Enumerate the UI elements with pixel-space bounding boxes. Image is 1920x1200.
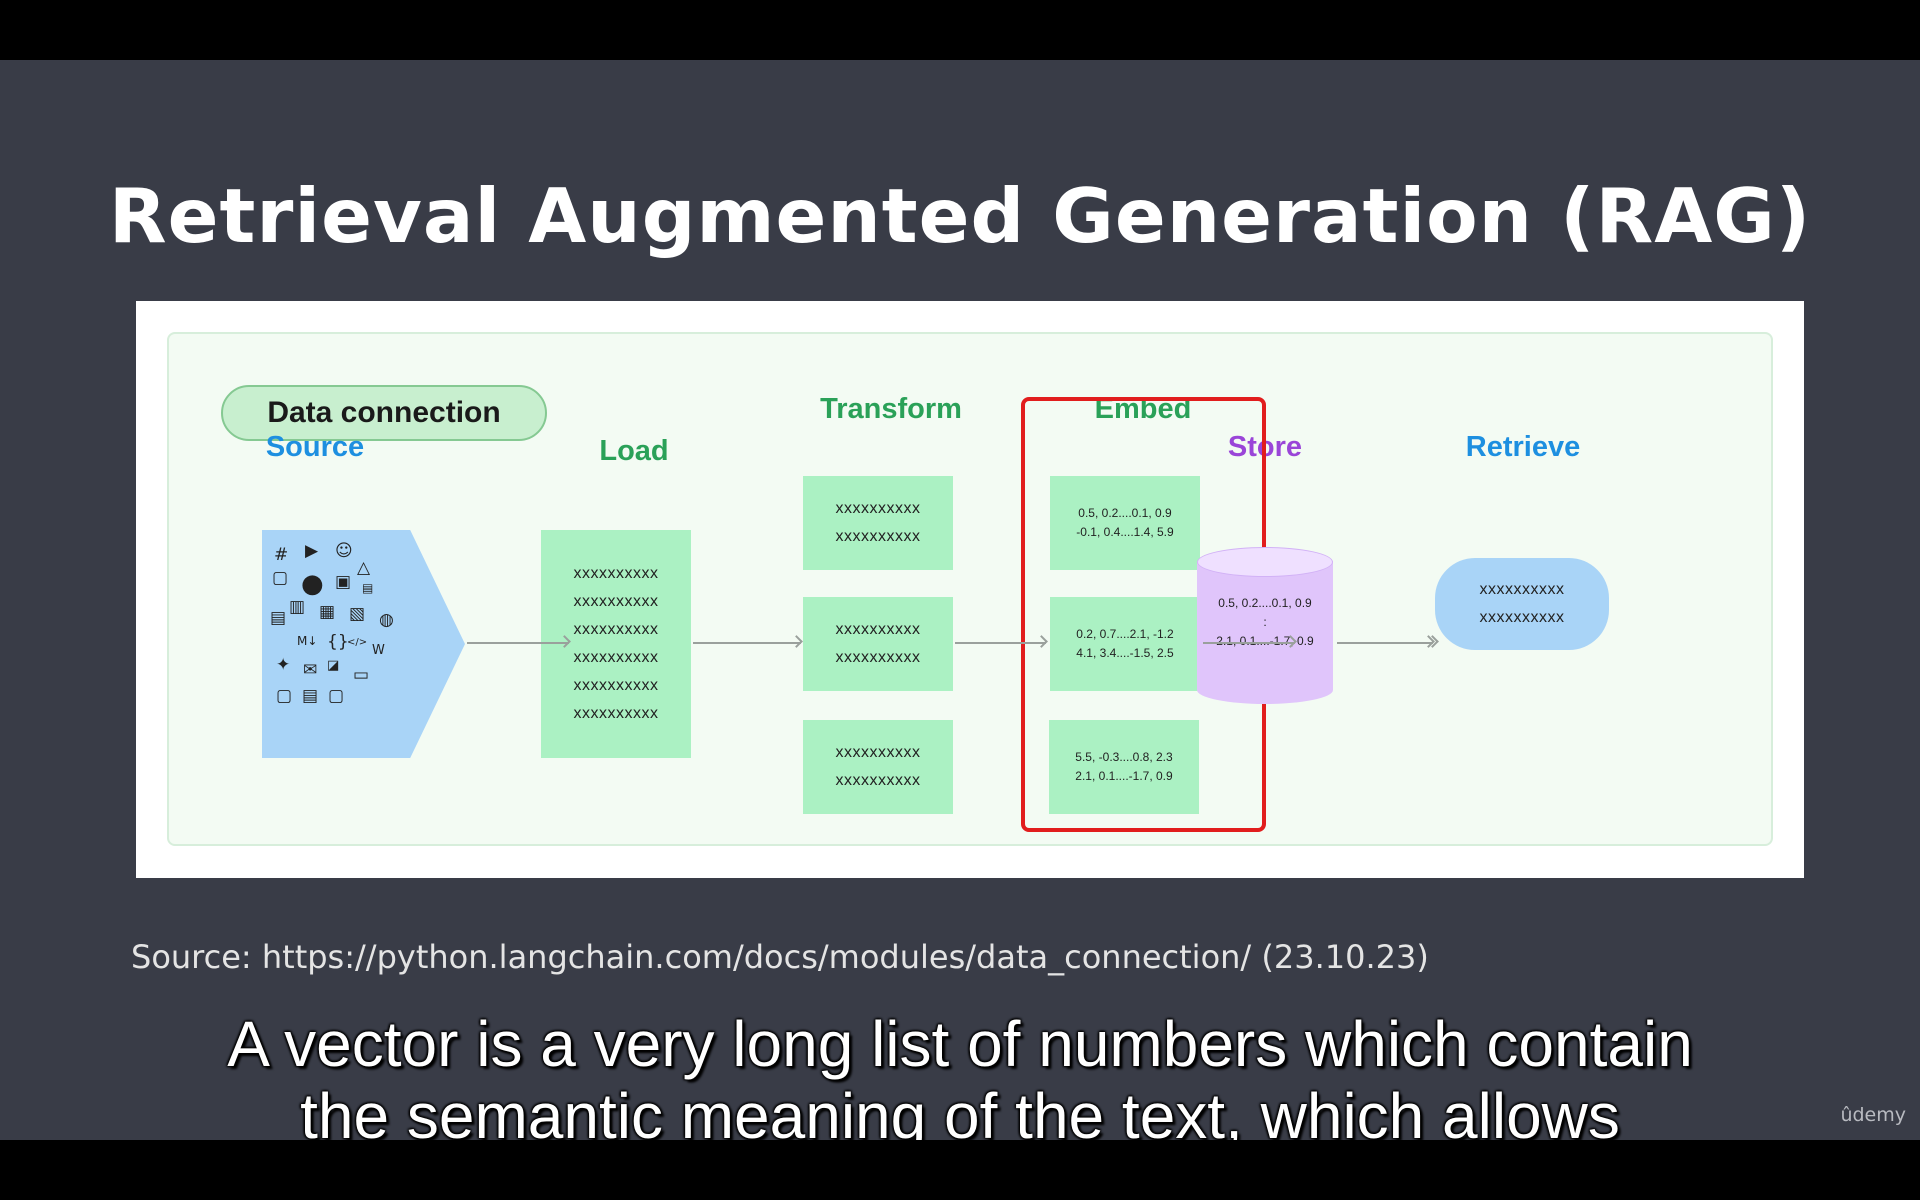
arrow-load-to-transform: [693, 642, 801, 644]
transform-chunk: xxxxxxxxxx xxxxxxxxxx: [803, 720, 953, 814]
discord-icon: ☺: [335, 541, 353, 561]
arrow-transform-to-embed: [955, 642, 1046, 644]
file-icon: ▢: [276, 686, 293, 706]
load-line: xxxxxxxxxx: [573, 649, 659, 666]
chunk-line: xxxxxxxxxx: [835, 772, 921, 789]
pdf-icon: ▥: [289, 597, 306, 617]
arrow-store-to-retrieve: [1337, 642, 1433, 644]
diagram-panel: Data connection Source Load Transform Em…: [136, 301, 1804, 878]
udemy-logo: ûdemy: [1840, 1104, 1906, 1126]
chunk-line: xxxxxxxxxx: [835, 500, 921, 517]
load-line: xxxxxxxxxx: [573, 593, 659, 610]
retrieve-line: xxxxxxxxxx: [1479, 609, 1565, 626]
stage-label-source: Source: [265, 431, 365, 463]
doc-icon: ▤: [270, 608, 287, 628]
chunk-line: xxxxxxxxxx: [835, 528, 921, 545]
arrow-source-to-load: [467, 642, 569, 644]
css-icon: ◪: [327, 658, 340, 673]
vector-store-cylinder-top: [1197, 547, 1333, 577]
github-icon: ●: [301, 569, 324, 599]
twitter-icon: ✦: [276, 655, 291, 675]
retrieve-box: xxxxxxxxxx xxxxxxxxxx: [1435, 558, 1609, 650]
chunk-line: xxxxxxxxxx: [835, 621, 921, 638]
load-line: xxxxxxxxxx: [573, 565, 659, 582]
json-icon: {}: [327, 632, 349, 652]
slack-icon: #: [274, 545, 289, 565]
mail-icon: ✉: [303, 660, 318, 680]
ppt-icon: ◍: [379, 610, 394, 630]
html-icon: </>: [347, 637, 368, 648]
letterbox-top: [0, 0, 1920, 60]
store-line: :: [1263, 615, 1267, 629]
subtitle-caption: A vector is a very long list of numbers …: [0, 1008, 1920, 1152]
csv-icon: ▤: [362, 581, 374, 595]
stage-label-retrieve: Retrieve: [1465, 431, 1581, 463]
letterbox-bottom: [0, 1140, 1920, 1200]
wikipedia-icon: W: [372, 643, 385, 658]
store-line: 0.5, 0.2....0.1, 0.9: [1218, 596, 1312, 610]
slide: Retrieval Augmented Generation (RAG) Dat…: [0, 60, 1920, 1152]
slide-title: Retrieval Augmented Generation (RAG): [108, 172, 1812, 260]
xls-icon: ▦: [319, 602, 336, 622]
youtube-icon: ▶: [305, 541, 319, 561]
stage-label-load: Load: [599, 435, 669, 467]
image-icon: ▣: [335, 572, 352, 592]
txt-icon: ▧: [349, 604, 366, 624]
load-line: xxxxxxxxxx: [573, 677, 659, 694]
file-icon: ▢: [328, 686, 345, 706]
chunk-line: xxxxxxxxxx: [835, 649, 921, 666]
load-line: xxxxxxxxxx: [573, 621, 659, 638]
load-line: xxxxxxxxxx: [573, 705, 659, 722]
file-icon: ▢: [272, 568, 289, 588]
doc-icon: ▤: [302, 686, 319, 706]
diagram-background: Data connection Source Load Transform Em…: [167, 332, 1773, 846]
drive-icon: △: [357, 558, 371, 578]
folder-icon: ▭: [353, 665, 370, 685]
transform-chunk: xxxxxxxxxx xxxxxxxxxx: [803, 597, 953, 691]
transform-chunk: xxxxxxxxxx xxxxxxxxxx: [803, 476, 953, 570]
markdown-icon: M↓: [297, 634, 318, 648]
stage-label-transform: Transform: [820, 393, 962, 425]
retrieve-line: xxxxxxxxxx: [1479, 581, 1565, 598]
chunk-line: xxxxxxxxxx: [835, 744, 921, 761]
caption-line: A vector is a very long list of numbers …: [227, 1008, 1693, 1080]
arrow-embed-to-store: [1203, 642, 1295, 644]
source-citation: Source: https://python.langchain.com/doc…: [131, 938, 1429, 976]
